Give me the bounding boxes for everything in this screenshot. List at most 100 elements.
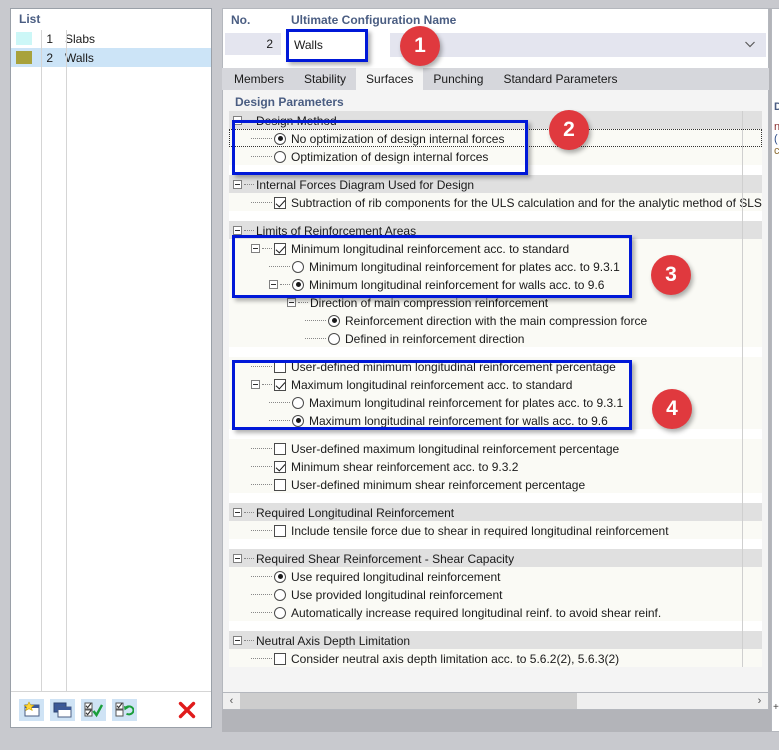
name-label: Ultimate Configuration Name [291, 13, 457, 27]
radio-button[interactable] [274, 588, 286, 601]
tree-item-row[interactable]: Use provided longitudinal reinforcement [229, 585, 762, 603]
tree-item-row[interactable]: Consider neutral axis depth limitation a… [229, 649, 762, 667]
tree-collapse-icon[interactable] [251, 244, 260, 254]
checklist-check-icon [84, 702, 103, 718]
tree-collapse-icon[interactable] [251, 380, 260, 390]
tree-collapse-icon[interactable] [269, 280, 278, 290]
tree-item-row[interactable]: Automatically increase required longitud… [229, 603, 762, 621]
tree-item-row[interactable]: Minimum longitudinal reinforcement acc. … [229, 239, 762, 257]
tree-connector-line [244, 184, 254, 186]
tree-item-row[interactable]: Use required longitudinal reinforcement [229, 567, 762, 585]
tree-item-row[interactable]: No optimization of design internal force… [229, 129, 762, 147]
tree-collapse-icon[interactable] [287, 298, 296, 308]
tree-collapse-icon[interactable] [233, 116, 242, 126]
tree-item-row[interactable]: User-defined minimum shear reinforcement… [229, 475, 762, 493]
checkbox[interactable] [274, 242, 286, 255]
radio-button[interactable] [274, 132, 286, 145]
tree-item-row[interactable]: Minimum shear reinforcement acc. to 9.3.… [229, 457, 762, 475]
chevron-down-icon[interactable] [744, 38, 756, 50]
tree-item-label: Optimization of design internal forces [291, 149, 489, 164]
color-swatch [16, 51, 32, 64]
tab-surfaces[interactable]: Surfaces [356, 68, 424, 90]
radio-button[interactable] [274, 150, 286, 163]
apply-check-button[interactable] [81, 698, 106, 721]
design-parameters-tree: Design Method No optimization of design i… [229, 111, 762, 667]
tree-item-label: Minimum longitudinal reinforcement for w… [309, 277, 605, 292]
tree-item-row[interactable]: User-defined maximum longitudinal reinfo… [229, 439, 762, 457]
tree-item-row[interactable]: Reinforcement direction with the main co… [229, 311, 762, 329]
list-column-separator [41, 30, 42, 706]
tree-item-label: User-defined minimum shear reinforcement… [291, 477, 586, 492]
tree-collapse-icon[interactable] [233, 508, 242, 518]
tab-standard-parameters[interactable]: Standard Parameters [493, 69, 628, 90]
tab-members[interactable]: Members [224, 69, 295, 90]
tree-collapse-icon[interactable] [233, 226, 242, 236]
radio-button[interactable] [274, 570, 286, 583]
radio-button[interactable] [292, 278, 304, 291]
tree-item-row[interactable]: Subtraction of rib components for the UL… [229, 193, 762, 211]
tab-stability[interactable]: Stability [294, 69, 357, 90]
delete-configuration-button[interactable] [174, 699, 199, 721]
tree-collapse-icon[interactable] [233, 554, 242, 564]
new-configuration-button[interactable] [19, 698, 44, 721]
checkbox[interactable] [274, 196, 286, 209]
number-column: No. 2 [223, 9, 283, 67]
checkbox[interactable] [274, 460, 286, 473]
tree-gap [229, 211, 762, 221]
radio-button[interactable] [274, 606, 286, 619]
adjacent-panel-line-2: ( [774, 133, 778, 145]
tree-connector-line [251, 202, 272, 204]
radio-button[interactable] [328, 332, 340, 345]
checkbox[interactable] [274, 478, 286, 491]
tree-connector-line [280, 284, 290, 286]
scrollbar-track[interactable] [240, 693, 751, 709]
horizontal-scrollbar[interactable]: ‹ › [222, 692, 769, 710]
radio-button[interactable] [328, 314, 340, 327]
tree-group-header: Internal Forces Diagram Used for Design [229, 175, 762, 193]
configuration-name-input[interactable] [285, 33, 390, 57]
tree-item-label: Design Method [256, 113, 337, 128]
tree-item-label: Consider neutral axis depth limitation a… [291, 651, 620, 666]
scroll-left-arrow[interactable]: ‹ [223, 693, 240, 709]
tree-connector-line [269, 402, 290, 404]
radio-button[interactable] [292, 414, 304, 427]
refresh-list-button[interactable] [112, 698, 137, 721]
radio-button[interactable] [292, 396, 304, 409]
checkbox[interactable] [274, 442, 286, 455]
tree-item-row[interactable]: User-defined minimum longitudinal reinfo… [229, 357, 762, 375]
list-item-label: Walls [65, 50, 94, 65]
tree-collapse-icon[interactable] [233, 636, 242, 646]
checkbox[interactable] [274, 652, 286, 665]
radio-button[interactable] [292, 260, 304, 273]
checkbox[interactable] [274, 378, 286, 391]
tree-connector-line [269, 420, 290, 422]
tree-collapse-icon[interactable] [233, 180, 242, 190]
tree-connector-line [244, 230, 254, 232]
tree-item-row[interactable]: Direction of main compression reinforcem… [229, 293, 762, 311]
scrollbar-thumb[interactable] [240, 693, 578, 709]
copy-configuration-button[interactable] [50, 698, 75, 721]
tree-item-row[interactable]: Include tensile force due to shear in re… [229, 521, 762, 539]
checkbox[interactable] [274, 524, 286, 537]
tree-item-label: Use provided longitudinal reinforcement [291, 587, 503, 602]
tab-punching[interactable]: Punching [423, 69, 494, 90]
annotation-badge-3: 3 [651, 255, 691, 295]
red-x-icon [178, 701, 195, 718]
checkbox[interactable] [274, 360, 286, 373]
number-value: 2 [225, 33, 281, 55]
tree-item-row[interactable]: Defined in reinforcement direction [229, 329, 762, 347]
annotation-badge-4: 4 [652, 389, 692, 429]
tree-item-row[interactable]: Maximum longitudinal reinforcement acc. … [229, 375, 762, 393]
scroll-right-arrow[interactable]: › [751, 693, 768, 709]
list-header: List [11, 9, 211, 29]
tree-group-header: Required Longitudinal Reinforcement [229, 503, 762, 521]
tree-item-row[interactable]: Optimization of design internal forces [229, 147, 762, 165]
tree-item-label: Maximum longitudinal reinforcement for w… [309, 413, 608, 428]
tree-connector-line [251, 576, 272, 578]
